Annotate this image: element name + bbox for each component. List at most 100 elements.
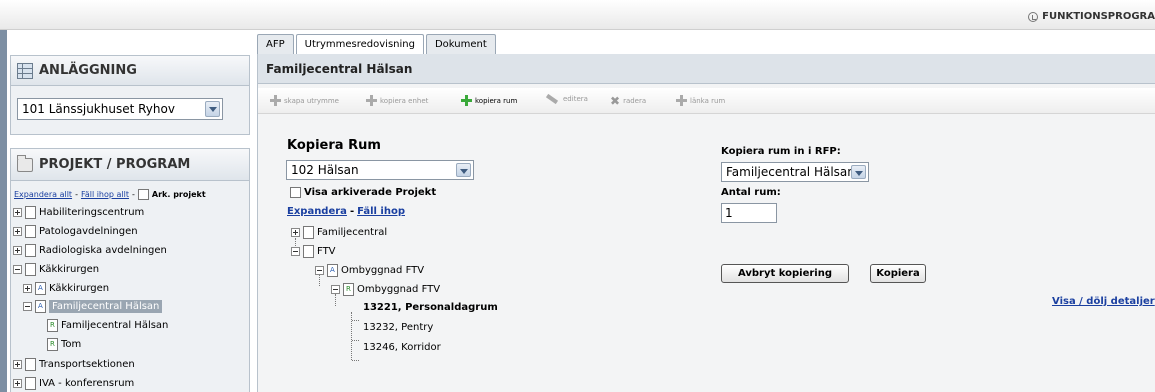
document-icon bbox=[25, 225, 36, 238]
collapse-link[interactable]: Fäll ihop bbox=[357, 206, 405, 217]
expand-icon[interactable] bbox=[13, 379, 22, 388]
tab-afp[interactable]: AFP bbox=[257, 34, 294, 54]
tree-item[interactable]: Käkkirurgen bbox=[13, 263, 99, 276]
target-rfp-select-value: Familjecentral Hälsan bbox=[726, 165, 855, 179]
collapse-icon[interactable] bbox=[23, 302, 32, 311]
toggle-details-link[interactable]: Visa / dölj detaljer bbox=[1052, 296, 1155, 307]
tree-item[interactable]: Habiliteringscentrum bbox=[13, 206, 144, 219]
copy-tree-room[interactable]: 13246, Korridor bbox=[363, 342, 441, 353]
tree-item[interactable]: IVA - konferensrum bbox=[13, 377, 134, 390]
anlaggning-select[interactable]: 101 Länssjukhuset Ryhov bbox=[17, 98, 223, 120]
tree-connector bbox=[352, 340, 359, 341]
plus-icon bbox=[366, 95, 377, 106]
tree-item-label: Käkkirurgen bbox=[39, 264, 100, 275]
toolbar-label: editera bbox=[563, 95, 588, 103]
collapse-icon[interactable] bbox=[291, 247, 300, 256]
expand-icon[interactable] bbox=[13, 246, 22, 255]
separator: - bbox=[349, 206, 355, 217]
chevron-down-icon[interactable] bbox=[851, 165, 866, 179]
copy-tree-room[interactable]: 13232, Pentry bbox=[363, 322, 433, 333]
collapse-icon[interactable] bbox=[331, 285, 340, 294]
main-panel: Familjecentral Hälsan skapa utrymme kopi… bbox=[257, 54, 1155, 392]
tree-item-selected[interactable]: Familjecentral Hälsan bbox=[23, 300, 163, 313]
room-document-icon bbox=[47, 338, 58, 351]
expand-link[interactable]: Expandera bbox=[287, 206, 347, 217]
tree-item[interactable]: Radiologiska avdelningen bbox=[13, 244, 167, 257]
toolbar-label: kopiera rum bbox=[475, 96, 518, 105]
expand-icon[interactable] bbox=[13, 208, 22, 217]
kopiera-enhet-button[interactable]: kopiera enhet bbox=[366, 95, 428, 106]
target-rfp-select[interactable]: Familjecentral Hälsan bbox=[721, 162, 869, 182]
copy-tree-item[interactable]: Familjecentral bbox=[291, 226, 387, 239]
count-label: Antal rum: bbox=[721, 187, 781, 198]
projekt-panel: PROJEKT / PROGRAM Expandera allt - Fäll … bbox=[10, 148, 250, 392]
copy-tree-room-selected[interactable]: 13221, Personaldagrum bbox=[363, 302, 498, 313]
info-circle-icon bbox=[1028, 11, 1039, 22]
projekt-title: PROJEKT / PROGRAM bbox=[39, 157, 191, 172]
chevron-down-icon[interactable] bbox=[205, 101, 220, 117]
tree-item[interactable]: Familjecentral Hälsan bbox=[47, 319, 168, 332]
tree-item-label: Ombyggnad FTV bbox=[341, 265, 425, 276]
document-icon bbox=[25, 377, 36, 390]
expand-icon[interactable] bbox=[291, 228, 300, 237]
tree-item[interactable]: Transportsektionen bbox=[13, 358, 135, 371]
document-icon bbox=[25, 358, 36, 371]
expand-icon[interactable] bbox=[23, 284, 32, 293]
tree-item-label: Familjecentral Hälsan bbox=[49, 300, 163, 313]
cancel-copy-button[interactable]: Avbryt kopiering bbox=[721, 264, 849, 283]
lanka-rum-button[interactable]: länka rum bbox=[676, 95, 725, 106]
copy-tree-item[interactable]: Ombyggnad FTV bbox=[315, 264, 424, 277]
copy-button[interactable]: Kopiera bbox=[870, 264, 926, 283]
tree-item-label: Habiliteringscentrum bbox=[39, 207, 145, 218]
copy-tree-item[interactable]: FTV bbox=[291, 245, 336, 258]
tree-item-label: Radiologiska avdelningen bbox=[39, 245, 167, 256]
pencil-icon bbox=[545, 93, 559, 105]
toolbar-label: kopiera enhet bbox=[380, 96, 429, 105]
tab-bar: AFP Utrymmesredovisning Dokument bbox=[257, 34, 496, 54]
collapse-icon[interactable] bbox=[315, 266, 324, 275]
editera-button[interactable]: editera bbox=[544, 93, 588, 105]
copy-tree-item[interactable]: Ombyggnad FTV bbox=[331, 283, 440, 296]
tab-utrymmesredovisning[interactable]: Utrymmesredovisning bbox=[295, 34, 424, 54]
document-icon bbox=[25, 263, 36, 276]
show-archived-label: Visa arkiverade Projekt bbox=[304, 187, 437, 198]
collapse-all-link[interactable]: Fäll ihop allt bbox=[81, 190, 129, 199]
expand-all-link[interactable]: Expandera allt bbox=[14, 190, 72, 199]
kopiera-rum-button[interactable]: kopiera rum bbox=[461, 95, 517, 106]
expand-icon[interactable] bbox=[13, 227, 22, 236]
tab-dokument[interactable]: Dokument bbox=[425, 34, 496, 54]
tree-item[interactable]: Patologavdelningen bbox=[13, 225, 138, 238]
show-archived-row: Visa arkiverade Projekt bbox=[290, 187, 436, 198]
tree-item-label: Transportsektionen bbox=[39, 359, 135, 370]
collapse-icon[interactable] bbox=[13, 265, 22, 274]
expand-icon[interactable] bbox=[13, 360, 22, 369]
anlaggning-header: ANLÄGGNING bbox=[11, 56, 249, 86]
project-select-value: 102 Hälsan bbox=[291, 163, 359, 177]
tree-item-label: FTV bbox=[317, 246, 336, 257]
ark-projekt-label: Ark. projekt bbox=[151, 190, 206, 199]
funktionsprogram-link[interactable]: FUNKTIONSPROGRA bbox=[1028, 11, 1155, 22]
area-document-icon bbox=[35, 282, 46, 295]
left-accent-bar bbox=[0, 30, 7, 392]
plus-icon bbox=[461, 95, 472, 106]
top-banner: FUNKTIONSPROGRA bbox=[0, 0, 1155, 30]
tree-connector bbox=[352, 360, 359, 361]
plus-icon bbox=[676, 95, 687, 106]
radera-button[interactable]: ✖ radera bbox=[610, 95, 646, 107]
tree-item-label: Käkkirurgen bbox=[49, 283, 110, 294]
ark-projekt-checkbox[interactable] bbox=[137, 189, 149, 200]
tree-item-label: 13221, Personaldagrum bbox=[363, 302, 498, 313]
project-select[interactable]: 102 Hälsan bbox=[286, 160, 474, 180]
show-archived-checkbox[interactable] bbox=[290, 187, 301, 198]
chevron-down-icon[interactable] bbox=[456, 163, 471, 177]
room-count-input[interactable]: 1 bbox=[721, 203, 777, 223]
skapa-utrymme-button[interactable]: skapa utrymme bbox=[270, 95, 339, 106]
separator: - bbox=[75, 190, 78, 199]
area-document-icon bbox=[35, 300, 46, 313]
tree-item-label: Patologavdelningen bbox=[39, 226, 138, 237]
toolbar: skapa utrymme kopiera enhet kopiera rum … bbox=[258, 88, 1155, 114]
tree-item-label: Tom bbox=[61, 339, 82, 350]
tree-item[interactable]: Tom bbox=[47, 338, 81, 351]
projekt-header: PROJEKT / PROGRAM bbox=[11, 149, 249, 181]
tree-item[interactable]: Käkkirurgen bbox=[23, 282, 109, 295]
